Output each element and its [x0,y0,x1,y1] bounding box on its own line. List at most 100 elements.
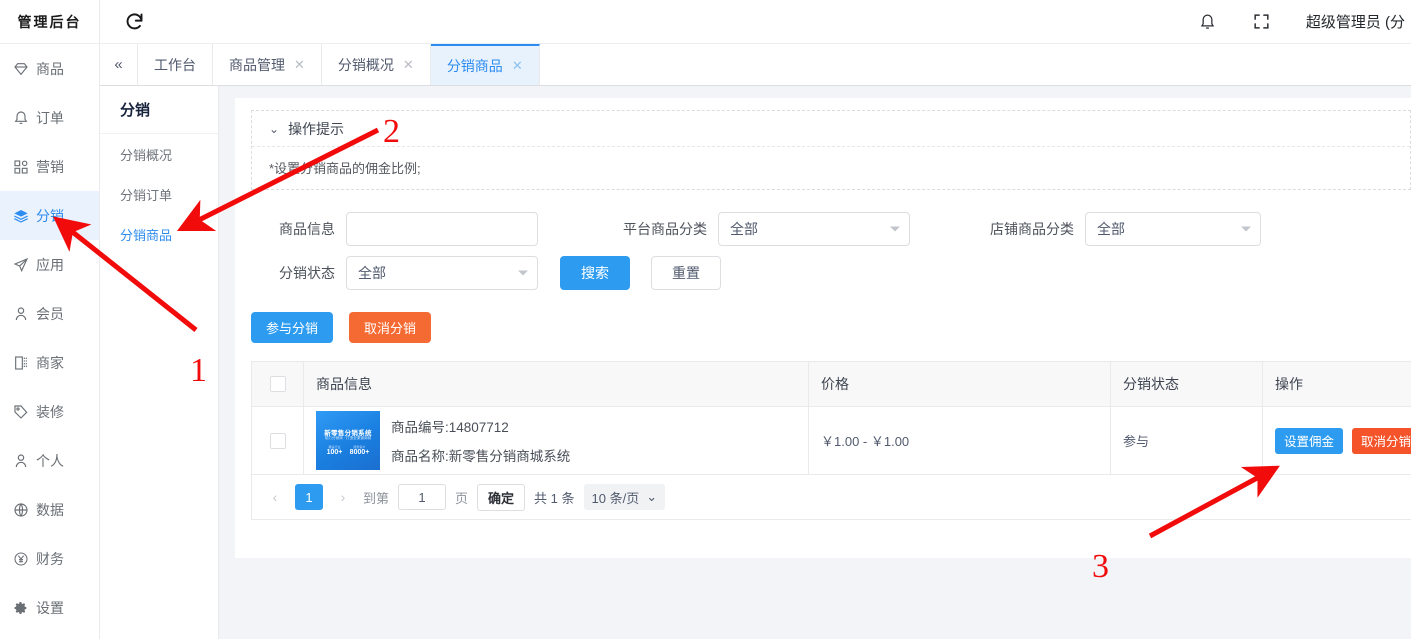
sidebar-item-finance[interactable]: 财务 [0,534,99,583]
product-thumbnail: 新零售分销系统 助力分销商 · 打造全渠道商城 覆盖行业 100+ 服务客户 8… [316,411,380,470]
platform-category-value: 全部 [730,221,758,237]
tab-label: 商品管理 [229,56,285,73]
goto-label: 到第 [363,490,390,506]
tab-distribution-overview[interactable]: 分销概况 ✕ [322,44,431,85]
sidebar-item-personal[interactable]: 个人 [0,436,99,485]
user-icon [13,453,29,469]
cell-price: ￥1.00 - ￥1.00 [809,407,1111,474]
col-price: 价格 [809,362,1111,406]
next-page-button[interactable]: › [332,485,354,509]
header-actions: 超级管理员 (分 [1198,11,1411,32]
sidebar-item-data[interactable]: 数据 [0,485,99,534]
page-size-value: 10 条/页 [591,490,640,506]
sidebar-item-apps[interactable]: 应用 [0,240,99,289]
table-header-row: 商品信息 价格 分销状态 操作 [252,362,1411,407]
thumb-stat-2: 服务客户 8000+ [350,445,370,456]
product-text-info: 商品编号:14807712 商品名称:新零售分销商城系统 [391,416,570,465]
chevron-down-icon: ⌄ [646,489,658,504]
sidebar-item-settings[interactable]: 设置 [0,583,99,632]
field-shop-category: 店铺商品分类 全部 [976,212,1261,246]
sidebar-item-members[interactable]: 会员 [0,289,99,338]
gear-icon [13,600,29,616]
chevron-down-icon [890,226,900,232]
operation-tip-box: ⌄ 操作提示 *设置分销商品的佣金比例; [251,110,1411,190]
table-row: 新零售分销系统 助力分销商 · 打造全渠道商城 覆盖行业 100+ 服务客户 8… [252,407,1411,475]
sidebar-item-decoration[interactable]: 装修 [0,387,99,436]
row-cancel-distribution-button[interactable]: 取消分销 [1352,427,1411,454]
subnav-item-orders[interactable]: 分销订单 [100,174,218,214]
bell-icon [13,110,29,126]
field-goods-info: 商品信息 [251,212,538,246]
yen-icon [13,551,29,567]
page-number-1[interactable]: 1 [295,484,323,510]
chevron-down-icon: ⌄ [269,121,280,136]
sidebar-item-orders[interactable]: 订单 [0,93,99,142]
tab-label: 工作台 [154,56,196,73]
annotation-number-1: 1 [190,352,207,389]
tab-goods-manage[interactable]: 商品管理 ✕ [213,44,322,85]
pagination: ‹ 1 › 到第 1 页 确定 共 1 条 10 条/页 ⌄ [251,475,1411,520]
close-icon[interactable]: ✕ [403,58,414,71]
sidebar-label: 营销 [36,158,64,175]
cell-goods-info: 新零售分销系统 助力分销商 · 打造全渠道商城 覆盖行业 100+ 服务客户 8… [304,407,809,474]
shop-category-select[interactable]: 全部 [1085,212,1261,246]
username-label[interactable]: 超级管理员 (分 [1306,11,1405,32]
sidebar-label: 数据 [36,501,64,518]
goto-confirm-button[interactable]: 确定 [477,483,526,511]
tip-body: *设置分销商品的佣金比例; [269,161,421,176]
tab-workbench[interactable]: 工作台 [138,44,213,85]
cancel-distribution-button[interactable]: 取消分销 [349,312,432,343]
page-size-select[interactable]: 10 条/页 ⌄ [583,484,666,510]
prev-page-button[interactable]: ‹ [264,485,286,509]
thumb-stat-2-num: 8000+ [349,449,370,456]
subnav-item-goods[interactable]: 分销商品 [100,214,218,254]
tip-header[interactable]: ⌄ 操作提示 [252,111,1410,147]
set-commission-button[interactable]: 设置佣金 [1275,427,1344,454]
platform-category-label: 平台商品分类 [623,221,707,237]
form-row-1: 商品信息 平台商品分类 全部 店铺商品分类 全部 [251,212,1411,246]
sidebar-label: 装修 [36,403,64,420]
join-distribution-button[interactable]: 参与分销 [251,312,334,343]
field-distribution-state: 分销状态 全部 [251,256,538,290]
select-all-checkbox[interactable] [269,376,286,392]
collapse-tabs-icon[interactable]: « [100,44,138,85]
distribution-state-value: 全部 [358,265,386,281]
sidebar-item-distribution[interactable]: 分销 [0,191,99,240]
sidebar-item-merchants[interactable]: 商家 [0,338,99,387]
sidebar-label: 财务 [36,550,64,567]
col-state: 分销状态 [1111,362,1263,406]
shop-category-value: 全部 [1097,221,1125,237]
thumb-stat-1-num: 100+ [326,449,343,456]
fullscreen-icon[interactable] [1252,12,1272,32]
subnav-item-overview[interactable]: 分销概况 [100,134,218,174]
bell-icon[interactable] [1198,12,1218,32]
distribution-state-select[interactable]: 全部 [346,256,538,290]
refresh-icon[interactable] [122,10,146,34]
close-icon[interactable]: ✕ [294,58,305,71]
app-root: 管理后台 商品 订单 营销 分销 应用 会员 商家 装修 个人 数据 财务 设置… [0,0,1411,639]
subnav-title: 分销 [100,86,218,134]
thumb-stats: 覆盖行业 100+ 服务客户 8000+ [316,445,380,456]
primary-sidebar: 管理后台 商品 订单 营销 分销 应用 会员 商家 装修 个人 数据 财务 设置 [0,0,100,639]
goto-page-input[interactable]: 1 [398,484,447,510]
goods-table: 商品信息 价格 分销状态 操作 新零售分销系统 助力分销商 · 打造全渠道商城 [251,361,1411,475]
main-content: ⌄ 操作提示 *设置分销商品的佣金比例; 商品信息 平台商品分类 全部 店铺商品… [219,86,1411,639]
platform-category-select[interactable]: 全部 [718,212,910,246]
reset-button[interactable]: 重置 [651,256,721,290]
tab-distribution-goods[interactable]: 分销商品 ✕ [430,44,540,85]
row-checkbox[interactable] [269,432,286,449]
top-header: 超级管理员 (分 [100,0,1411,44]
cell-operation: 设置佣金 取消分销 [1263,407,1411,474]
sidebar-item-marketing[interactable]: 营销 [0,142,99,191]
sidebar-label: 订单 [36,109,64,126]
close-icon[interactable]: ✕ [512,59,523,72]
search-button[interactable]: 搜索 [560,256,630,290]
row-select-cell [252,407,304,474]
goods-info-input[interactable] [346,212,538,246]
shop-category-label: 店铺商品分类 [990,221,1074,237]
tab-label: 分销概况 [337,56,394,73]
search-form: 商品信息 平台商品分类 全部 店铺商品分类 全部 分销状态 全部 搜索 重置 [251,212,1411,290]
sidebar-item-goods[interactable]: 商品 [0,44,99,93]
thumb-stat-1: 覆盖行业 100+ [327,445,343,456]
page-unit-label: 页 [455,490,469,506]
